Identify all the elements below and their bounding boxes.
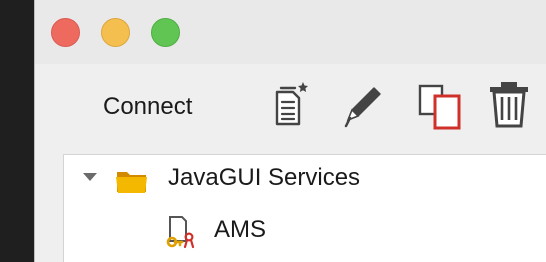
minimize-window-button[interactable] bbox=[101, 18, 130, 47]
chevron-down-icon[interactable] bbox=[82, 171, 98, 190]
tree-node-root[interactable]: JavaGUI Services bbox=[64, 163, 546, 199]
tree-node-child[interactable]: AMS bbox=[64, 213, 546, 249]
tree-node-label: AMS bbox=[214, 216, 267, 243]
new-document-icon[interactable] bbox=[273, 80, 309, 128]
tree-node-label: JavaGUI Services bbox=[168, 164, 361, 191]
duplicate-icon[interactable] bbox=[417, 82, 465, 132]
app-window: Connect JavaGUI Services AMS bbox=[34, 0, 546, 262]
zoom-window-button[interactable] bbox=[151, 18, 180, 47]
background-strip bbox=[0, 0, 34, 262]
trash-icon[interactable] bbox=[487, 80, 531, 130]
folder-icon bbox=[114, 165, 150, 200]
toolbar: Connect bbox=[35, 64, 546, 152]
service-tree: JavaGUI Services AMS bbox=[63, 154, 546, 262]
service-key-icon bbox=[164, 215, 196, 254]
close-window-button[interactable] bbox=[51, 18, 80, 47]
edit-pencil-icon[interactable] bbox=[340, 82, 384, 130]
connect-button[interactable]: Connect bbox=[103, 92, 192, 122]
title-bar bbox=[35, 0, 546, 64]
